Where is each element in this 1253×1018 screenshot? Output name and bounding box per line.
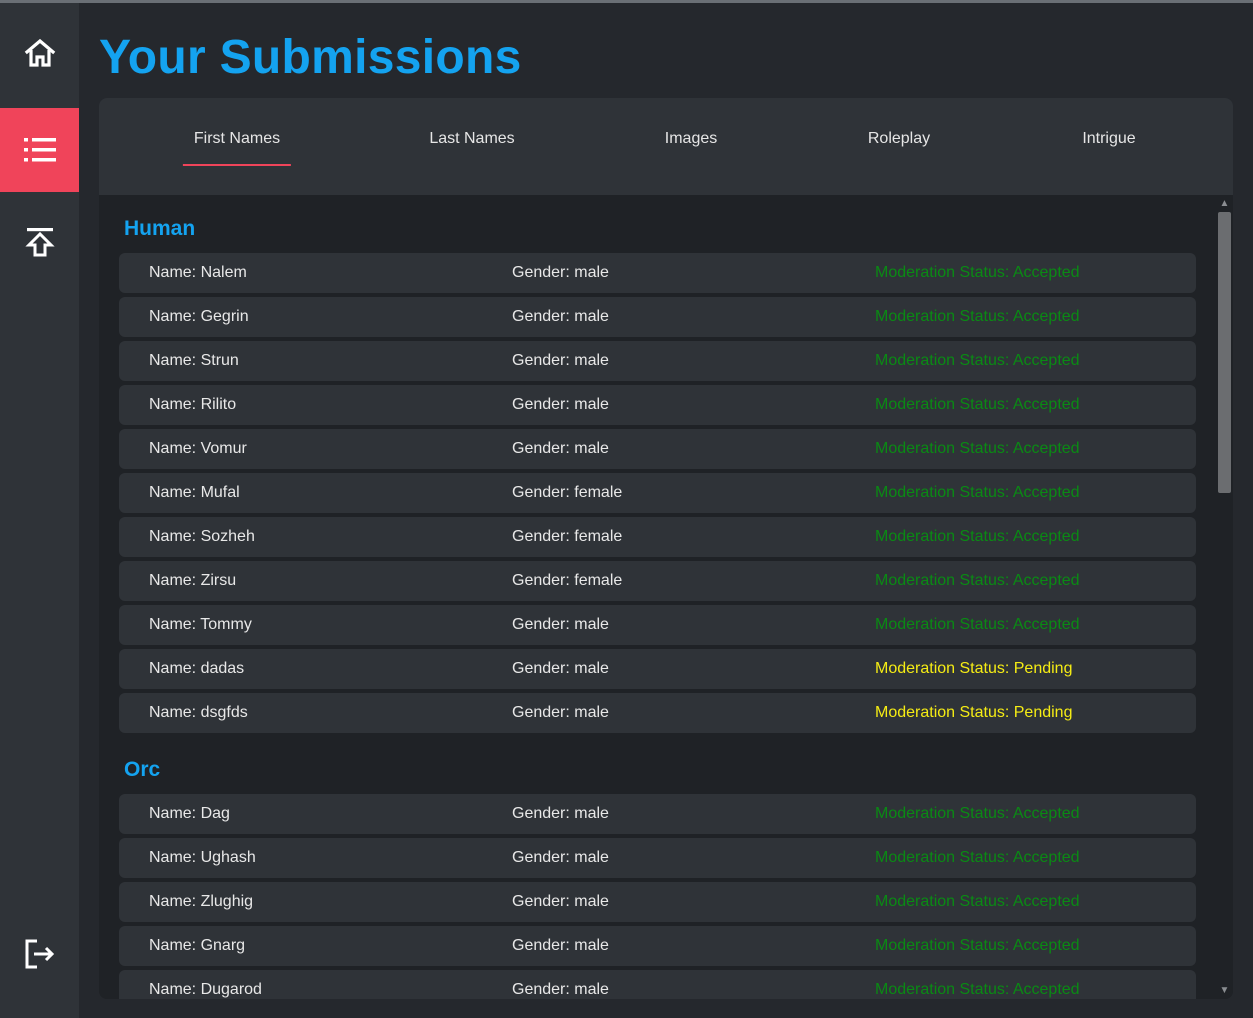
submission-gender: Gender: female (512, 484, 623, 501)
group-title-human: Human (124, 217, 196, 240)
tab-first-names[interactable]: First Names (182, 130, 292, 166)
upload-icon (24, 226, 55, 258)
list-item: Name: Dag Gender: male Moderation Status… (119, 794, 1196, 834)
submission-name: Name: Gnarg (149, 937, 246, 954)
sidebar-item-home[interactable] (0, 11, 79, 95)
submission-gender: Gender: female (512, 572, 623, 589)
list-item: Name: Tommy Gender: male Moderation Stat… (119, 605, 1196, 645)
scroll-up-arrow-icon[interactable]: ▲ (1216, 195, 1233, 212)
submission-name: Name: Zlughig (149, 893, 254, 910)
list-item: Name: Sozheh Gender: female Moderation S… (119, 517, 1196, 557)
moderation-status: Moderation Status: Pending (875, 660, 1073, 677)
scroll-down-arrow-icon[interactable]: ▼ (1216, 982, 1233, 999)
moderation-status: Moderation Status: Accepted (875, 440, 1080, 457)
submission-gender: Gender: female (512, 528, 623, 545)
vertical-scrollbar[interactable]: ▲ ▼ (1216, 195, 1233, 999)
submission-name: Name: Rilito (149, 396, 237, 413)
moderation-status: Moderation Status: Accepted (875, 937, 1080, 954)
submission-name: Name: Tommy (149, 616, 252, 633)
submission-gender: Gender: male (512, 849, 609, 866)
moderation-status: Moderation Status: Pending (875, 704, 1073, 721)
submissions-panel: First Names Last Names Images Roleplay I… (99, 98, 1233, 999)
submission-gender: Gender: male (512, 893, 609, 910)
submission-name: Name: Vomur (149, 440, 247, 457)
moderation-status: Moderation Status: Accepted (875, 264, 1080, 281)
submission-list[interactable]: Human Name: Nalem Gender: male Moderatio… (99, 195, 1216, 999)
list-item: Name: Zirsu Gender: female Moderation St… (119, 561, 1196, 601)
moderation-status: Moderation Status: Accepted (875, 572, 1080, 589)
home-icon (23, 37, 57, 69)
submission-name: Name: Zirsu (149, 572, 237, 589)
sidebar-item-upload[interactable] (0, 200, 79, 284)
moderation-status: Moderation Status: Accepted (875, 484, 1080, 501)
list-item: Name: Dugarod Gender: male Moderation St… (119, 970, 1196, 999)
moderation-status: Moderation Status: Accepted (875, 528, 1080, 545)
submission-name: Name: Mufal (149, 484, 240, 501)
submission-name: Name: Strun (149, 352, 239, 369)
moderation-status: Moderation Status: Accepted (875, 616, 1080, 633)
tab-images[interactable]: Images (654, 130, 728, 164)
submission-name: Name: Nalem (149, 264, 247, 281)
submission-gender: Gender: male (512, 308, 609, 325)
submission-gender: Gender: male (512, 937, 609, 954)
moderation-status: Moderation Status: Accepted (875, 352, 1080, 369)
list-item: Name: Strun Gender: male Moderation Stat… (119, 341, 1196, 381)
submission-gender: Gender: male (512, 616, 609, 633)
submission-name: Name: Ughash (149, 849, 256, 866)
submission-gender: Gender: male (512, 981, 609, 998)
list-item: Name: Rilito Gender: male Moderation Sta… (119, 385, 1196, 425)
list-item: Name: Mufal Gender: female Moderation St… (119, 473, 1196, 513)
list-item: Name: Gnarg Gender: male Moderation Stat… (119, 926, 1196, 966)
logout-button[interactable] (0, 912, 79, 996)
submission-gender: Gender: male (512, 396, 609, 413)
moderation-status: Moderation Status: Accepted (875, 396, 1080, 413)
list-item: Name: dsgfds Gender: male Moderation Sta… (119, 693, 1196, 733)
moderation-status: Moderation Status: Accepted (875, 981, 1080, 998)
submission-name: Name: Gegrin (149, 308, 249, 325)
list-item: Name: Ughash Gender: male Moderation Sta… (119, 838, 1196, 878)
tab-last-names[interactable]: Last Names (418, 130, 525, 164)
list-item: Name: dadas Gender: male Moderation Stat… (119, 649, 1196, 689)
tab-roleplay[interactable]: Roleplay (857, 130, 941, 164)
list-item: Name: Zlughig Gender: male Moderation St… (119, 882, 1196, 922)
moderation-status: Moderation Status: Accepted (875, 849, 1080, 866)
moderation-status: Moderation Status: Accepted (875, 893, 1080, 910)
submission-gender: Gender: male (512, 805, 609, 822)
submission-name: Name: Sozheh (149, 528, 255, 545)
submission-name: Name: Dag (149, 805, 230, 822)
page-title: Your Submissions (99, 31, 522, 84)
submission-name: Name: dadas (149, 660, 245, 677)
logout-icon (23, 938, 57, 970)
list-item: Name: Nalem Gender: male Moderation Stat… (119, 253, 1196, 293)
sidebar (0, 3, 79, 1018)
scrollbar-thumb[interactable] (1218, 212, 1231, 493)
sidebar-item-submissions[interactable] (0, 108, 79, 192)
submission-gender: Gender: male (512, 352, 609, 369)
list-icon (23, 136, 57, 164)
submission-gender: Gender: male (512, 660, 609, 677)
submission-gender: Gender: male (512, 704, 609, 721)
tab-intrigue[interactable]: Intrigue (1071, 130, 1146, 164)
tab-bar: First Names Last Names Images Roleplay I… (99, 98, 1233, 195)
moderation-status: Moderation Status: Accepted (875, 308, 1080, 325)
group-title-orc: Orc (124, 758, 161, 781)
submission-gender: Gender: male (512, 440, 609, 457)
moderation-status: Moderation Status: Accepted (875, 805, 1080, 822)
submission-name: Name: dsgfds (149, 704, 248, 721)
submission-gender: Gender: male (512, 264, 609, 281)
list-item: Name: Vomur Gender: male Moderation Stat… (119, 429, 1196, 469)
submission-name: Name: Dugarod (149, 981, 262, 998)
window-top-border (0, 0, 1253, 3)
list-item: Name: Gegrin Gender: male Moderation Sta… (119, 297, 1196, 337)
